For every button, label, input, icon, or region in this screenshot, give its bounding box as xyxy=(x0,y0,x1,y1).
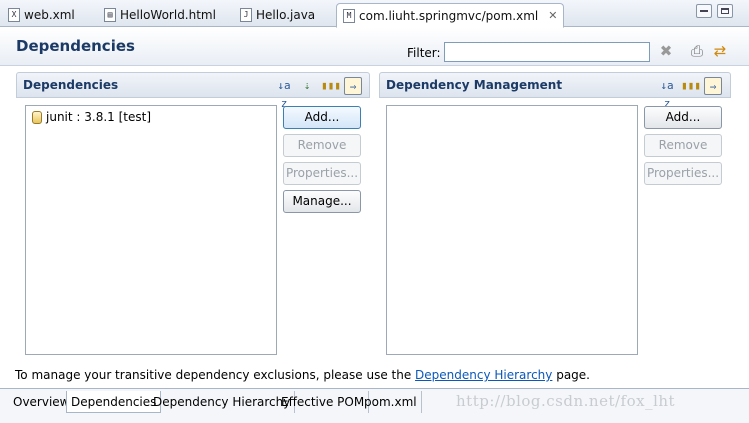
editor-tab-strip: X web.xml ▤ HelloWorld.html J Hello.java… xyxy=(0,0,749,28)
remove-dependency-button[interactable]: Remove xyxy=(283,134,361,157)
remove-managed-dependency-button[interactable]: Remove xyxy=(644,134,722,157)
maximize-icon[interactable] xyxy=(717,4,733,18)
editor-tab-label: HelloWorld.html xyxy=(120,8,216,22)
editor-tab-label: com.liuht.springmvc/pom.xml xyxy=(359,8,539,23)
page-title: Dependencies xyxy=(16,37,135,55)
dependency-management-section: Dependency Management ↓a z ▮▮▮ ⇒ Add... … xyxy=(379,72,731,358)
editor-tab-label: web.xml xyxy=(24,8,75,22)
exclusions-hint: To manage your transitive dependency exc… xyxy=(15,368,590,382)
dependency-hierarchy-link[interactable]: Dependency Hierarchy xyxy=(415,368,552,382)
list-item[interactable]: junit : 3.8.1 [test] xyxy=(32,110,151,124)
hint-text-before: To manage your transitive dependency exc… xyxy=(15,368,416,382)
editor-tab-pom-xml[interactable]: M com.liuht.springmvc/pom.xml ✕ xyxy=(336,3,565,28)
columns-icon[interactable]: ▮▮▮ xyxy=(321,77,341,95)
add-managed-dependency-button[interactable]: Add... xyxy=(644,106,722,129)
java-file-icon: J xyxy=(240,8,252,22)
sort-icon[interactable]: ↓a z xyxy=(275,77,293,110)
xml-file-icon: X xyxy=(8,8,20,22)
hint-text-after: page. xyxy=(552,368,590,382)
html-file-icon: ▤ xyxy=(104,8,116,22)
form-header: Dependencies Filter: ✖ ⎙ ⇄ xyxy=(0,28,749,66)
filter-input[interactable] xyxy=(444,42,650,62)
dependency-properties-button[interactable]: Properties... xyxy=(283,162,361,185)
jar-icon xyxy=(32,110,42,124)
dependency-management-list[interactable] xyxy=(386,105,638,355)
sort-icon[interactable]: ↓a z xyxy=(658,77,676,110)
manage-dependencies-button[interactable]: Manage... xyxy=(283,190,361,213)
tab-effective-pom[interactable]: Effective POM xyxy=(277,391,370,413)
tab-overview[interactable]: Overview xyxy=(9,391,75,413)
hierarchy-icon[interactable]: ⇣ xyxy=(298,77,316,95)
clear-filter-icon[interactable]: ✖ xyxy=(657,42,675,60)
pom-source-icon[interactable]: ⎙ xyxy=(688,42,706,60)
dependencies-section-title: Dependencies xyxy=(23,78,119,92)
dependencies-section: Dependencies ↓a z ⇣ ▮▮▮ ⇒ junit : 3.8.1 … xyxy=(16,72,370,358)
add-dependency-button[interactable]: Add... xyxy=(283,106,361,129)
pom-file-icon: M xyxy=(343,8,355,23)
managed-dependency-properties-button[interactable]: Properties... xyxy=(644,162,722,185)
dependency-label: junit : 3.8.1 [test] xyxy=(46,110,152,124)
refresh-icon[interactable]: ⇄ xyxy=(711,42,729,60)
filter-label: Filter: xyxy=(407,46,441,60)
tab-dependencies[interactable]: Dependencies xyxy=(66,391,162,413)
close-icon[interactable]: ✕ xyxy=(548,9,557,22)
tab-dependency-hierarchy[interactable]: Dependency Hierarchy xyxy=(149,391,296,413)
tab-pom-xml[interactable]: pom.xml xyxy=(360,391,422,413)
editor-tab-helloworld-html[interactable]: ▤ HelloWorld.html xyxy=(98,3,222,27)
watermark: http://blog.csdn.net/fox_lht xyxy=(456,392,676,410)
minimize-icon[interactable] xyxy=(696,4,712,18)
show-group-id-icon[interactable]: ⇒ xyxy=(344,77,362,95)
dependency-management-section-header: Dependency Management ↓a z ▮▮▮ ⇒ xyxy=(379,72,731,110)
editor-tab-label: Hello.java xyxy=(256,8,316,22)
show-group-id-icon[interactable]: ⇒ xyxy=(704,77,722,95)
editor-tab-hello-java[interactable]: J Hello.java xyxy=(234,3,321,27)
dependencies-list[interactable]: junit : 3.8.1 [test] xyxy=(25,105,277,355)
columns-icon[interactable]: ▮▮▮ xyxy=(681,77,701,95)
dependencies-section-header: Dependencies ↓a z ⇣ ▮▮▮ ⇒ xyxy=(16,72,370,110)
editor-tab-web-xml[interactable]: X web.xml xyxy=(2,3,81,27)
dependency-management-section-title: Dependency Management xyxy=(386,78,563,92)
